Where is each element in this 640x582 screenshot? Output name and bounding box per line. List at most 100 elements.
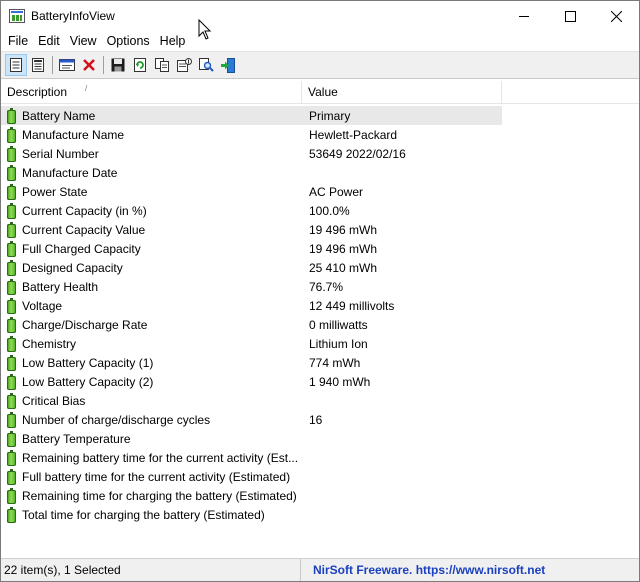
- row-description: Critical Bias: [22, 393, 86, 408]
- nirsoft-link[interactable]: NirSoft Freeware. https://www.nirsoft.ne…: [301, 563, 545, 577]
- list-row[interactable]: Current Capacity Value 19 496 mWh: [1, 220, 639, 239]
- row-description: Designed Capacity: [22, 260, 123, 275]
- row-value: AC Power: [309, 184, 364, 199]
- row-description: Full battery time for the current activi…: [22, 469, 291, 484]
- maximize-icon: [564, 10, 576, 22]
- toolbar-separator: [52, 56, 53, 74]
- column-header-description[interactable]: Description /: [1, 81, 302, 103]
- copy-button[interactable]: [151, 54, 173, 76]
- list-row[interactable]: Battery Name Primary: [1, 106, 639, 125]
- battery-icon: [7, 145, 16, 162]
- html-report-button[interactable]: [173, 54, 195, 76]
- copy-icon: [155, 58, 169, 72]
- row-description: Voltage: [22, 298, 63, 313]
- list-row[interactable]: Power State AC Power: [1, 182, 639, 201]
- row-description-cell: Manufacture Name: [1, 125, 302, 144]
- row-value: 16: [309, 412, 323, 427]
- row-value: 25 410 mWh: [309, 260, 378, 275]
- battery-icon: [7, 259, 16, 276]
- row-description-cell: Power State: [1, 182, 302, 201]
- list-row[interactable]: Battery Health 76.7%: [1, 277, 639, 296]
- menu-file[interactable]: File: [3, 34, 33, 48]
- list-row[interactable]: Number of charge/discharge cycles 16: [1, 410, 639, 429]
- close-icon: [610, 10, 622, 22]
- list-row[interactable]: Voltage 12 449 millivolts: [1, 296, 639, 315]
- properties-window-button[interactable]: [56, 54, 78, 76]
- exit-button[interactable]: [217, 54, 239, 76]
- row-value: 76.7%: [309, 279, 344, 294]
- battery-icon: [7, 411, 16, 428]
- list-row[interactable]: Critical Bias: [1, 391, 639, 410]
- list-row[interactable]: Low Battery Capacity (2) 1 940 mWh: [1, 372, 639, 391]
- row-description-cell: Low Battery Capacity (2): [1, 372, 302, 391]
- row-description-cell: Battery Temperature: [1, 429, 302, 448]
- list-view-icon: [10, 58, 22, 72]
- list-row[interactable]: Battery Temperature: [1, 429, 639, 448]
- menu-options[interactable]: Options: [102, 34, 155, 48]
- list-row[interactable]: Remaining battery time for the current a…: [1, 448, 639, 467]
- battery-icon: [7, 183, 16, 200]
- row-description-cell: Full battery time for the current activi…: [1, 467, 302, 486]
- view-details-button[interactable]: [27, 54, 49, 76]
- app-window: BatteryInfoView File Edit View Options H…: [0, 0, 640, 582]
- row-description: Serial Number: [22, 146, 99, 161]
- window-title: BatteryInfoView: [31, 9, 115, 23]
- row-description-cell: Designed Capacity: [1, 258, 302, 277]
- row-description-cell: Serial Number: [1, 144, 302, 163]
- list-row[interactable]: Manufacture Date: [1, 163, 639, 182]
- list-row[interactable]: Charge/Discharge Rate 0 milliwatts: [1, 315, 639, 334]
- battery-icon: [7, 373, 16, 390]
- list-row[interactable]: Total time for charging the battery (Est…: [1, 505, 639, 524]
- find-button[interactable]: [195, 54, 217, 76]
- list-row[interactable]: Full battery time for the current activi…: [1, 467, 639, 486]
- row-value: [302, 505, 502, 524]
- title-bar[interactable]: BatteryInfoView: [1, 1, 639, 31]
- close-button[interactable]: [593, 1, 639, 31]
- row-description: Current Capacity Value: [22, 222, 146, 237]
- list-row[interactable]: Manufacture Name Hewlett-Packard: [1, 125, 639, 144]
- row-value: Hewlett-Packard: [309, 127, 398, 142]
- list-row[interactable]: Current Capacity (in %) 100.0%: [1, 201, 639, 220]
- column-header-value[interactable]: Value: [302, 81, 502, 103]
- minimize-icon: [518, 15, 529, 17]
- list-row[interactable]: Full Charged Capacity 19 496 mWh: [1, 239, 639, 258]
- row-description-cell: Battery Name: [1, 106, 302, 125]
- column-header-description-label: Description: [7, 85, 68, 99]
- row-value: 53649 2022/02/16: [309, 146, 406, 161]
- row-description: Battery Health: [22, 279, 99, 294]
- row-description: Low Battery Capacity (1): [22, 355, 154, 370]
- maximize-button[interactable]: [547, 1, 593, 31]
- refresh-button[interactable]: [129, 54, 151, 76]
- list-row[interactable]: Remaining time for charging the battery …: [1, 486, 639, 505]
- row-description: Total time for charging the battery (Est…: [22, 507, 265, 522]
- list-row[interactable]: Designed Capacity 25 410 mWh: [1, 258, 639, 277]
- view-list-button[interactable]: [5, 54, 27, 76]
- menu-help[interactable]: Help: [155, 34, 191, 48]
- battery-icon: [7, 297, 16, 314]
- row-value: [302, 486, 502, 505]
- menu-view[interactable]: View: [65, 34, 102, 48]
- list-row[interactable]: Serial Number 53649 2022/02/16: [1, 144, 639, 163]
- save-disk-icon: [111, 58, 125, 72]
- list-row[interactable]: Low Battery Capacity (1) 774 mWh: [1, 353, 639, 372]
- row-value: Lithium Ion: [309, 336, 368, 351]
- row-description-cell: Remaining time for charging the battery …: [1, 486, 302, 505]
- window-icon: [59, 59, 75, 71]
- row-description: Charge/Discharge Rate: [22, 317, 148, 332]
- battery-info-list[interactable]: Description / Value Battery Name Primary M…: [1, 81, 639, 559]
- minimize-button[interactable]: [501, 1, 547, 31]
- row-description-cell: Charge/Discharge Rate: [1, 315, 302, 334]
- row-description-cell: Full Charged Capacity: [1, 239, 302, 258]
- row-value: [302, 448, 502, 467]
- save-button[interactable]: [107, 54, 129, 76]
- app-icon: [9, 9, 25, 23]
- list-header: Description / Value: [1, 81, 639, 104]
- row-value: [302, 467, 502, 486]
- delete-button[interactable]: [78, 54, 100, 76]
- menu-edit[interactable]: Edit: [33, 34, 65, 48]
- list-row[interactable]: Chemistry Lithium Ion: [1, 334, 639, 353]
- row-description-cell: Current Capacity Value: [1, 220, 302, 239]
- toolbar-separator: [103, 56, 104, 74]
- list-rows: Battery Name Primary Manufacture Name Hewle…: [1, 104, 639, 524]
- battery-icon: [7, 354, 16, 371]
